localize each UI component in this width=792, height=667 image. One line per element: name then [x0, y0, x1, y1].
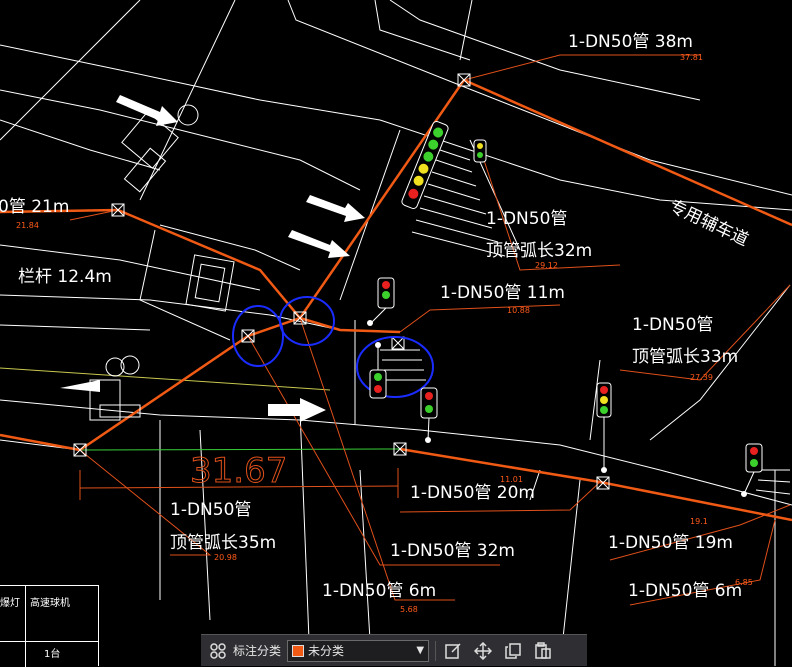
traffic-light-icon [420, 387, 438, 443]
dimension-baseline [79, 448, 401, 451]
edit-icon[interactable] [442, 640, 464, 662]
copy-icon[interactable] [502, 640, 524, 662]
category-label: 标注分类 [233, 644, 282, 658]
svg-text:29.12: 29.12 [535, 261, 558, 270]
svg-text:5.68: 5.68 [400, 605, 418, 614]
pipe-label: 1-DN50管 [170, 500, 251, 520]
table-header-2: 高速球机 [30, 598, 70, 609]
category-value: 未分类 [308, 644, 345, 658]
pipe-label: 顶管弧长33m [632, 347, 738, 367]
manhole-icon [391, 336, 405, 350]
pipe-labels[interactable]: 1-DN50管 38m 0管 21m 1-DN50管 顶管弧长32m 栏杆 12… [0, 32, 751, 601]
grid-icon[interactable] [207, 640, 229, 662]
pipe-label: 1-DN50管 32m [390, 541, 515, 561]
category-color-swatch [292, 644, 305, 657]
pipe-label: 1-DN50管 [486, 209, 567, 229]
traffic-signals[interactable] [367, 120, 763, 497]
table-divider [25, 586, 26, 667]
dimension-value: 31.67 [190, 451, 287, 491]
svg-text:10.88: 10.88 [507, 306, 530, 315]
toolbar-divider [435, 640, 437, 661]
pipe-label: 1-DN50管 6m [628, 581, 742, 601]
traffic-light-icon [367, 277, 395, 326]
traffic-light-icon [473, 139, 487, 163]
cad-drawing-canvas[interactable]: 31.67 1-DN50管 38m 0管 21m 1-DN50管 顶管弧长32m… [0, 0, 792, 666]
svg-text:27.39: 27.39 [690, 373, 713, 382]
pipe-label: 1-DN50管 [632, 315, 713, 335]
move-icon[interactable] [472, 640, 494, 662]
pipe-label: 栏杆 12.4m [18, 267, 112, 287]
paste-icon[interactable] [532, 640, 554, 662]
pipe-label: 1-DN50管 20m [410, 483, 535, 503]
pipe-label: 0管 21m [0, 197, 69, 217]
category-select[interactable]: 未分类 ▼ [287, 639, 430, 662]
table-divider [0, 641, 99, 642]
manhole-icon [241, 329, 255, 343]
svg-text:20.98: 20.98 [214, 553, 237, 562]
road-name-label: 专用辅车道 [666, 196, 751, 250]
manholes[interactable] [73, 73, 610, 490]
svg-text:6.85: 6.85 [735, 578, 753, 587]
legend-table: 爆灯 高速球机 1台 [0, 585, 99, 667]
pipe-label: 顶管弧长35m [170, 533, 276, 553]
annotation-toolbar: 标注分类 未分类 ▼ [201, 634, 587, 666]
manhole-icon [457, 73, 471, 87]
pipe-label: 1-DN50管 11m [440, 283, 565, 303]
table-value: 1台 [44, 649, 61, 660]
svg-text:37.81: 37.81 [680, 53, 703, 62]
camera-symbols [89, 104, 199, 421]
svg-text:19.1: 19.1 [690, 517, 708, 526]
pipe-label: 1-DN50管 6m [322, 581, 436, 601]
table-header-1: 爆灯 [0, 598, 20, 609]
traffic-light-icon [596, 382, 612, 473]
yellow-guide-line [0, 367, 331, 391]
svg-text:21.84: 21.84 [16, 221, 39, 230]
svg-text:11.01: 11.01 [500, 475, 523, 484]
pipe-routes[interactable] [0, 78, 792, 522]
pipe-label: 1-DN50管 38m [568, 32, 693, 52]
revision-clouds[interactable] [232, 296, 434, 398]
pipe-label: 顶管弧长32m [486, 241, 592, 261]
dropdown-arrow-icon: ▼ [416, 645, 425, 656]
traffic-light-icon [741, 443, 763, 497]
pipe-label: 1-DN50管 19m [608, 533, 733, 553]
